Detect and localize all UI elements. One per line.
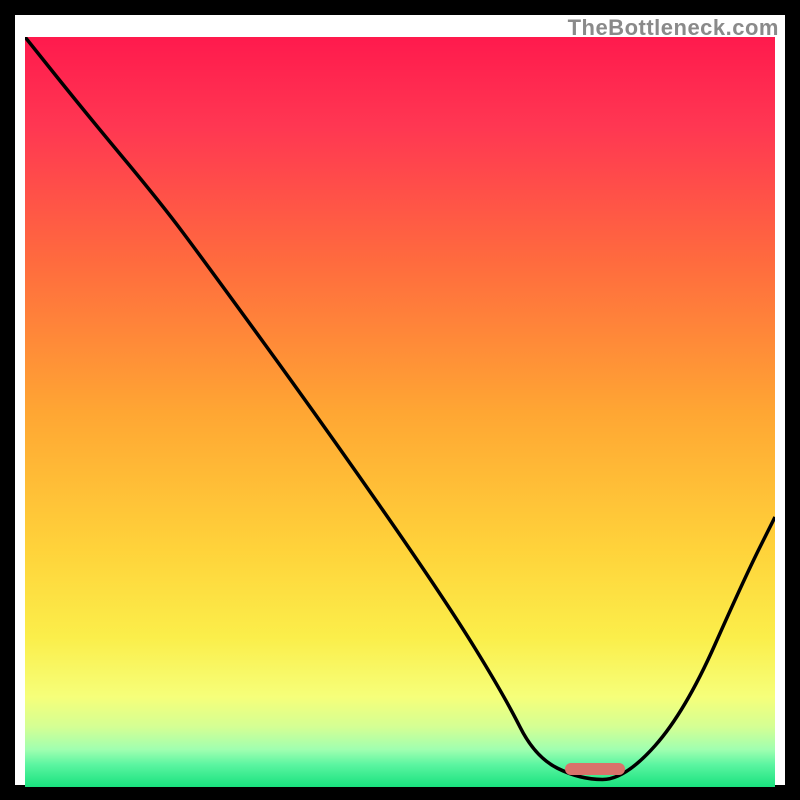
- bottleneck-curve: [25, 37, 775, 787]
- chart-frame: TheBottleneck.com: [15, 15, 785, 785]
- optimum-marker: [565, 763, 625, 775]
- plot-area: [25, 37, 775, 773]
